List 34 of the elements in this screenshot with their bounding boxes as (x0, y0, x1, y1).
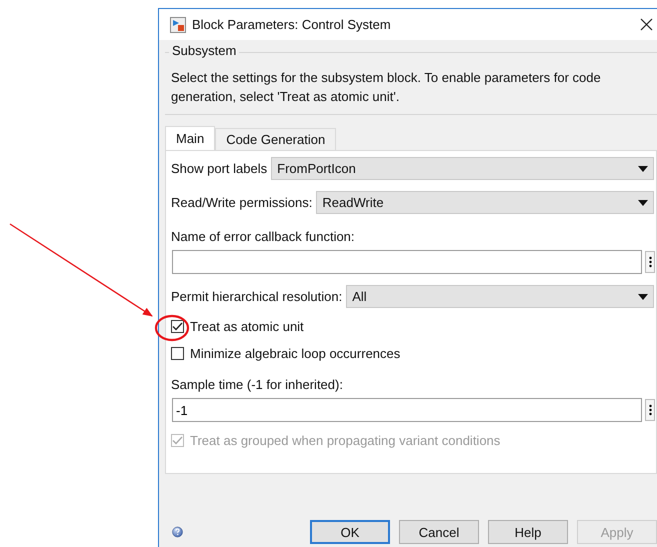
field-label: Sample time (-1 for inherited): (171, 377, 344, 392)
checkbox[interactable] (171, 320, 184, 333)
group-title: Subsystem (169, 43, 240, 58)
field-label: Show port labels (171, 161, 268, 176)
dialog-button[interactable]: Cancel (399, 520, 479, 544)
checkbox[interactable] (171, 347, 184, 360)
field-label: Read/Write permissions: (171, 195, 312, 210)
dots-icon (648, 256, 652, 268)
caret-icon (638, 200, 648, 206)
dropdown[interactable]: ReadWrite (316, 191, 654, 214)
caret-icon (638, 166, 648, 172)
block-icon (170, 16, 186, 32)
field-label: Permit hierarchical resolution: (171, 289, 342, 304)
tab[interactable]: Main (165, 126, 216, 150)
dropdown[interactable]: All (346, 285, 654, 308)
dialog-button: Apply (577, 520, 657, 544)
input-field[interactable] (172, 250, 642, 274)
dropdown[interactable]: FromPortIcon (271, 157, 654, 180)
checkbox-label: Minimize algebraic loop occurrences (190, 346, 400, 361)
more-options-button[interactable] (645, 251, 655, 273)
tab[interactable]: Code Generation (215, 128, 336, 150)
checkbox-label: Treat as atomic unit (190, 319, 304, 334)
annotation-circle (154, 314, 190, 342)
input-field[interactable]: -1 (172, 398, 642, 422)
dialog-button[interactable]: OK (310, 520, 390, 544)
dots-icon (648, 404, 652, 416)
more-options-button[interactable] (645, 399, 655, 421)
caret-icon (638, 294, 648, 300)
field-label: Name of error callback function: (171, 229, 356, 244)
checkbox-label: Treat as grouped when propagating variant conditions (190, 433, 500, 448)
description-text: Select the settings for the subsystem block. To enable parameters for code generation, select 'Treat as atomic unit'. (171, 69, 602, 106)
window-title: Block Parameters: Control System (192, 17, 391, 32)
close-icon[interactable] (640, 18, 653, 31)
dialog-button[interactable]: Help (488, 520, 568, 544)
